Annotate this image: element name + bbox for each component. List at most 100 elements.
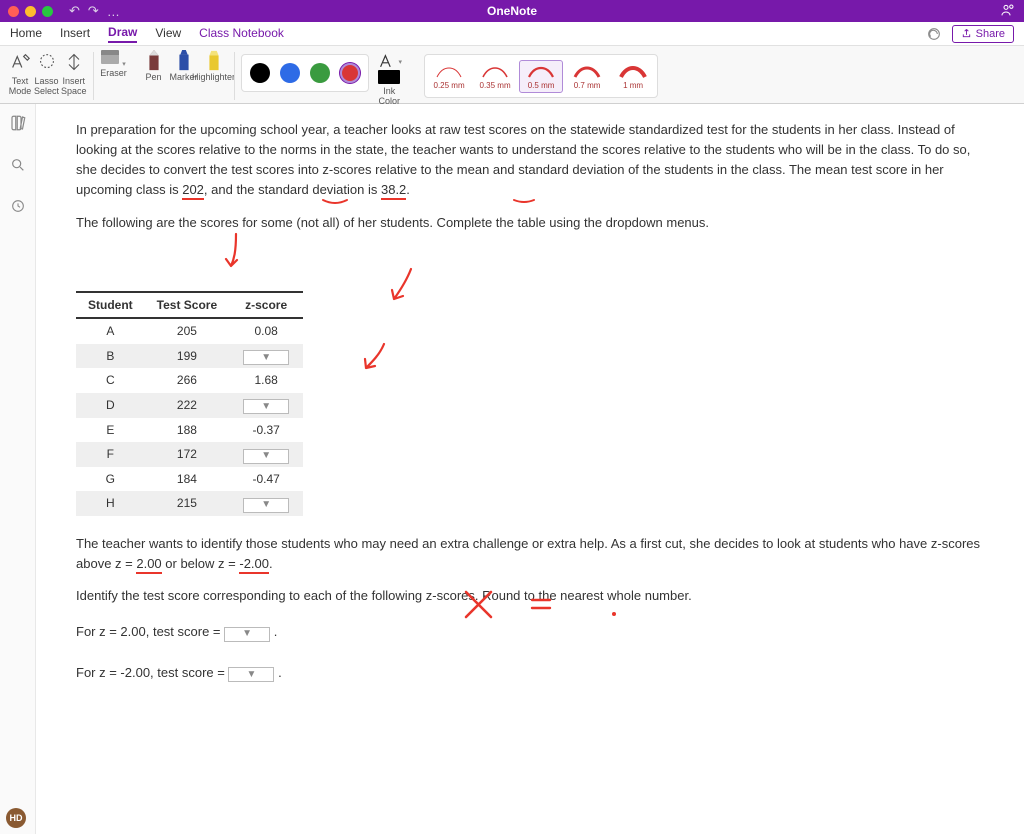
- z-dropdown[interactable]: ▼: [243, 449, 289, 464]
- paragraph-intro: In preparation for the upcoming school y…: [76, 120, 984, 201]
- answer-dropdown-1[interactable]: ▼: [224, 627, 270, 642]
- title-bar: ↶ ↷ … OneNote: [0, 0, 1024, 22]
- sync-icon[interactable]: [926, 26, 942, 42]
- cell-student: G: [76, 467, 145, 492]
- color-blue[interactable]: [280, 63, 300, 83]
- cell-z: -0.37: [229, 418, 303, 443]
- cell-z: ▼: [229, 442, 303, 467]
- stroke-0-7[interactable]: 0.7 mm: [565, 61, 609, 92]
- stroke-0-7-label: 0.7 mm: [574, 81, 601, 90]
- notebooks-icon[interactable]: [9, 114, 27, 137]
- ink-color-button[interactable]: ▾ Ink Color: [377, 54, 403, 106]
- paragraph-instruction: The following are the scores for some (n…: [76, 213, 984, 233]
- table-row: G184-0.47: [76, 467, 303, 492]
- eraser-button[interactable]: ▾ Eraser: [100, 50, 128, 78]
- zoom-window-button[interactable]: [42, 6, 53, 17]
- lasso-label: Lasso Select: [34, 76, 59, 96]
- tab-class-notebook[interactable]: Class Notebook: [199, 26, 284, 42]
- table-row: H215▼: [76, 491, 303, 516]
- cell-z: ▼: [229, 344, 303, 369]
- cell-student: B: [76, 344, 145, 369]
- sd-value: 38.2: [381, 182, 406, 200]
- stroke-1[interactable]: 1 mm: [611, 61, 655, 92]
- paragraph-threshold: The teacher wants to identify those stud…: [76, 534, 984, 574]
- left-rail: [0, 104, 36, 834]
- cell-student: A: [76, 318, 145, 344]
- stroke-1-label: 1 mm: [623, 81, 643, 90]
- table-row: F172 ▼: [76, 442, 303, 467]
- text-mode-label: Text Mode: [9, 76, 32, 96]
- th-student: Student: [76, 292, 145, 319]
- table-row: A2050.08: [76, 318, 303, 344]
- page-canvas[interactable]: In preparation for the upcoming school y…: [36, 104, 1024, 834]
- th-z: z-score: [229, 292, 303, 319]
- ink-color-label: Ink Color: [379, 86, 401, 106]
- presence-icon[interactable]: [1000, 2, 1016, 21]
- color-black[interactable]: [250, 63, 270, 83]
- cell-score: 199: [145, 344, 229, 369]
- cell-score: 266: [145, 368, 229, 393]
- user-avatar[interactable]: HD: [6, 808, 26, 828]
- stroke-0-25-label: 0.25 mm: [434, 81, 465, 90]
- traffic-lights: [8, 6, 53, 17]
- pen-color-palette: [241, 54, 369, 92]
- mean-value: 202: [182, 182, 204, 200]
- minimize-window-button[interactable]: [25, 6, 36, 17]
- app-title: OneNote: [487, 4, 537, 18]
- quick-access-toolbar: ↶ ↷ …: [69, 3, 120, 19]
- color-red[interactable]: [340, 63, 360, 83]
- z-dropdown[interactable]: ▼: [243, 399, 289, 414]
- highlighter-button[interactable]: Highlighter: [200, 50, 228, 82]
- stroke-0-25[interactable]: 0.25 mm: [427, 61, 471, 92]
- stroke-0-5-label: 0.5 mm: [528, 81, 555, 90]
- highlighter-label: Highlighter: [192, 72, 235, 82]
- lasso-select-button[interactable]: Lasso Select: [34, 50, 59, 96]
- cell-z: 1.68: [229, 368, 303, 393]
- tab-draw[interactable]: Draw: [108, 25, 137, 43]
- cell-z: 0.08: [229, 318, 303, 344]
- stroke-0-35[interactable]: 0.35 mm: [473, 61, 517, 92]
- score-table: Student Test Score z-score A2050.08B199▼…: [76, 291, 303, 516]
- close-window-button[interactable]: [8, 6, 19, 17]
- insert-space-button[interactable]: Insert Space: [61, 50, 87, 96]
- cell-score: 205: [145, 318, 229, 344]
- cell-score: 172: [145, 442, 229, 467]
- stroke-0-35-label: 0.35 mm: [480, 81, 511, 90]
- eraser-label: Eraser: [100, 68, 127, 78]
- cell-score: 188: [145, 418, 229, 443]
- table-row: D222 ▼: [76, 393, 303, 418]
- share-label: Share: [976, 28, 1005, 40]
- cell-score: 222: [145, 393, 229, 418]
- paragraph-identify: Identify the test score corresponding to…: [76, 586, 984, 606]
- insert-space-label: Insert Space: [61, 76, 87, 96]
- pen-button[interactable]: Pen: [140, 50, 168, 82]
- tab-insert[interactable]: Insert: [60, 26, 90, 42]
- z-low: -2.00: [239, 556, 269, 574]
- pen-label: Pen: [146, 72, 162, 82]
- cell-z: ▼: [229, 393, 303, 418]
- z-dropdown[interactable]: ▼: [243, 350, 289, 365]
- recent-icon[interactable]: [10, 198, 26, 219]
- z-high: 2.00: [136, 556, 161, 574]
- qat-more-button[interactable]: …: [107, 4, 120, 19]
- text-mode-button[interactable]: Text Mode: [8, 50, 32, 96]
- search-icon[interactable]: [10, 157, 26, 178]
- table-row: E188-0.37: [76, 418, 303, 443]
- color-green[interactable]: [310, 63, 330, 83]
- answer-dropdown-2[interactable]: ▼: [228, 667, 274, 682]
- stroke-width-group: 0.25 mm 0.35 mm 0.5 mm 0.7 mm 1 mm: [424, 54, 658, 98]
- redo-button[interactable]: ↷: [88, 3, 99, 19]
- stroke-0-5[interactable]: 0.5 mm: [519, 60, 563, 93]
- question-z-pos: For z = 2.00, test score = ▼ .: [76, 622, 984, 642]
- undo-button[interactable]: ↶: [69, 3, 80, 19]
- cell-student: E: [76, 418, 145, 443]
- cell-student: C: [76, 368, 145, 393]
- cell-student: F: [76, 442, 145, 467]
- cell-student: D: [76, 393, 145, 418]
- z-dropdown[interactable]: ▼: [243, 498, 289, 513]
- share-button[interactable]: Share: [952, 25, 1014, 43]
- table-row: B199 ▼: [76, 344, 303, 369]
- ribbon-tabs: Home Insert Draw View Class Notebook Sha…: [0, 22, 1024, 46]
- tab-home[interactable]: Home: [10, 26, 42, 42]
- tab-view[interactable]: View: [155, 26, 181, 42]
